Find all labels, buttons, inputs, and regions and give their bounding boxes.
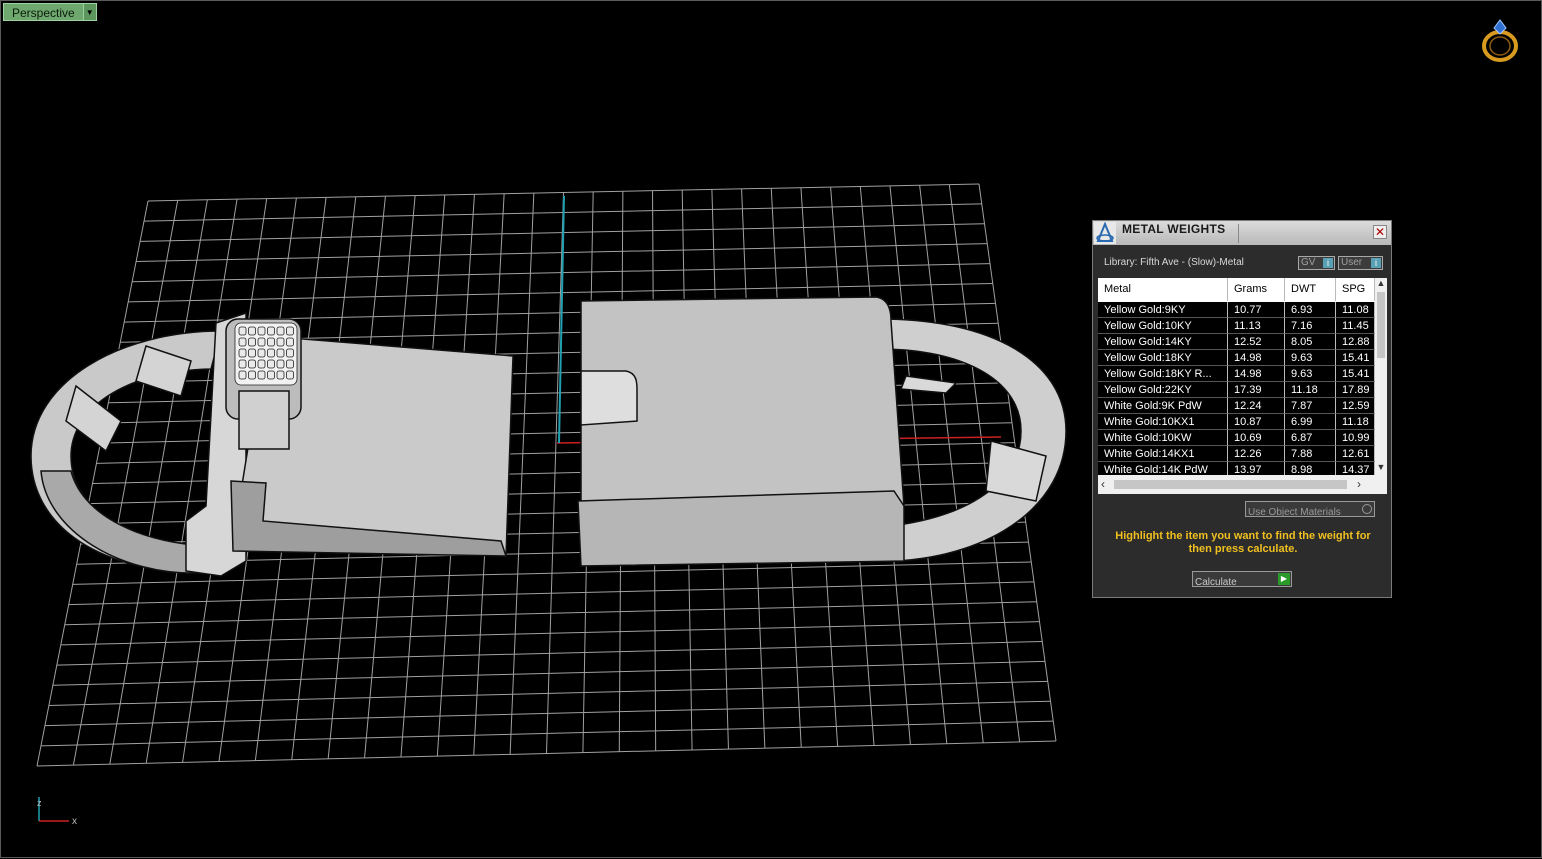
ring-icon[interactable] [1478, 16, 1522, 64]
vertical-scrollbar[interactable]: ▲ ▼ [1375, 278, 1387, 475]
close-icon[interactable]: ✕ [1373, 225, 1387, 239]
scroll-left-icon[interactable]: ‹ [1101, 477, 1105, 491]
column-header-spg[interactable]: SPG [1336, 278, 1375, 301]
cell-spg: 11.18 [1336, 414, 1375, 430]
table-row[interactable]: Yellow Gold:18KY R... 14.98 9.63 15.41 [1098, 366, 1375, 382]
info-icon: i [1371, 258, 1381, 268]
perspective-viewport[interactable]: Perspective ▼ z x METAL WEIGHTS ✕ Librar… [0, 0, 1542, 858]
metal-weights-table[interactable]: Metal Grams DWT SPG Yellow Gold:9KY 10.77… [1098, 278, 1387, 494]
cell-grams: 14.98 [1228, 366, 1285, 382]
cell-dwt: 9.63 [1285, 366, 1336, 382]
column-header-grams[interactable]: Grams [1228, 278, 1285, 301]
panel-header[interactable]: METAL WEIGHTS ✕ [1093, 221, 1391, 245]
cell-dwt: 7.16 [1285, 318, 1336, 334]
cell-metal: White Gold:14KX1 [1098, 446, 1228, 462]
axis-indicator-icon: z x [37, 797, 77, 827]
table-header: Metal Grams DWT SPG [1098, 278, 1375, 301]
cell-grams: 12.24 [1228, 398, 1285, 414]
cell-grams: 12.52 [1228, 334, 1285, 350]
cell-spg: 10.99 [1336, 430, 1375, 446]
cell-metal: White Gold:10KW [1098, 430, 1228, 446]
cell-dwt: 6.93 [1285, 302, 1336, 318]
cell-dwt: 6.87 [1285, 430, 1336, 446]
user-toggle[interactable]: User i [1338, 256, 1383, 270]
cell-grams: 17.39 [1228, 382, 1285, 398]
cell-spg: 15.41 [1336, 350, 1375, 366]
cell-metal: Yellow Gold:18KY [1098, 350, 1228, 366]
library-label: Library: Fifth Ave - (Slow)-Metal [1104, 257, 1244, 268]
construction-grid [36, 183, 1057, 767]
cell-spg: 15.41 [1336, 366, 1375, 382]
cell-spg: 11.08 [1336, 302, 1375, 318]
use-object-materials-label: Use Object Materials [1248, 507, 1341, 518]
calculate-button[interactable]: Calculate ▶ [1192, 571, 1292, 588]
table-row[interactable]: Yellow Gold:9KY 10.77 6.93 11.08 [1098, 302, 1375, 318]
cell-metal: Yellow Gold:18KY R... [1098, 366, 1228, 382]
calculate-label: Calculate [1195, 577, 1237, 588]
cell-spg: 12.61 [1336, 446, 1375, 462]
cell-metal: Yellow Gold:22KY [1098, 382, 1228, 398]
knurled-button [234, 322, 298, 386]
radio-icon[interactable] [1362, 504, 1372, 514]
cell-metal: Yellow Gold:9KY [1098, 302, 1228, 318]
cell-spg: 12.88 [1336, 334, 1375, 350]
table-row[interactable]: Yellow Gold:22KY 17.39 11.18 17.89 [1098, 382, 1375, 398]
viewport-title-tab[interactable]: Perspective ▼ [3, 3, 97, 21]
table-row[interactable]: Yellow Gold:14KY 12.52 8.05 12.88 [1098, 334, 1375, 350]
cell-spg: 17.89 [1336, 382, 1375, 398]
cell-metal: White Gold:9K PdW [1098, 398, 1228, 414]
cell-dwt: 7.88 [1285, 446, 1336, 462]
table-row[interactable]: White Gold:10KX1 10.87 6.99 11.18 [1098, 414, 1375, 430]
table-row[interactable]: Yellow Gold:10KY 11.13 7.16 11.45 [1098, 318, 1375, 334]
cell-grams: 12.26 [1228, 446, 1285, 462]
clasp-left-part [30, 311, 514, 577]
axis-x-label: x [72, 816, 77, 827]
scroll-right-icon[interactable]: › [1357, 477, 1361, 491]
cell-dwt: 9.63 [1285, 350, 1336, 366]
header-divider [1238, 224, 1239, 243]
cell-dwt: 6.99 [1285, 414, 1336, 430]
viewport-title[interactable]: Perspective [3, 3, 84, 21]
play-icon[interactable]: ▶ [1278, 573, 1290, 585]
instruction-text: Highlight the item you want to find the … [1115, 530, 1371, 555]
column-header-metal[interactable]: Metal [1098, 278, 1228, 301]
scrollbar-thumb[interactable] [1114, 480, 1347, 489]
metal-weights-panel: METAL WEIGHTS ✕ Library: Fifth Ave - (Sl… [1092, 220, 1392, 598]
user-toggle-label: User [1341, 257, 1363, 268]
cell-metal: Yellow Gold:10KY [1098, 318, 1228, 334]
clasp-right-part [577, 296, 1067, 567]
cell-grams: 10.77 [1228, 302, 1285, 318]
horizontal-scrollbar[interactable]: ‹ › [1098, 475, 1387, 494]
cell-metal: White Gold:10KX1 [1098, 414, 1228, 430]
gv-toggle-label: GV [1301, 257, 1316, 268]
scroll-up-icon[interactable]: ▲ [1375, 278, 1387, 288]
cell-dwt: 11.18 [1285, 382, 1336, 398]
use-object-materials-toggle[interactable]: Use Object Materials [1245, 501, 1375, 518]
scrollbar-thumb[interactable] [1377, 292, 1385, 358]
info-icon: i [1323, 258, 1333, 268]
panel-title: METAL WEIGHTS [1122, 222, 1226, 236]
gv-toggle[interactable]: GV i [1298, 256, 1335, 270]
cell-metal: Yellow Gold:14KY [1098, 334, 1228, 350]
axis-z-label: z [37, 798, 42, 808]
cell-grams: 14.98 [1228, 350, 1285, 366]
column-header-dwt[interactable]: DWT [1285, 278, 1336, 301]
table-row[interactable]: White Gold:9K PdW 12.24 7.87 12.59 [1098, 398, 1375, 414]
cell-dwt: 7.87 [1285, 398, 1336, 414]
cell-grams: 11.13 [1228, 318, 1285, 334]
cell-spg: 11.45 [1336, 318, 1375, 334]
cell-dwt: 8.05 [1285, 334, 1336, 350]
table-row[interactable]: Yellow Gold:18KY 14.98 9.63 15.41 [1098, 350, 1375, 366]
chevron-down-icon[interactable]: ▼ [83, 3, 97, 21]
metal-weights-icon [1094, 222, 1116, 244]
table-row[interactable]: White Gold:10KW 10.69 6.87 10.99 [1098, 430, 1375, 446]
cell-grams: 10.87 [1228, 414, 1285, 430]
table-row[interactable]: White Gold:14KX1 12.26 7.88 12.61 [1098, 446, 1375, 462]
cell-spg: 12.59 [1336, 398, 1375, 414]
scroll-down-icon[interactable]: ▼ [1375, 462, 1387, 472]
cell-grams: 10.69 [1228, 430, 1285, 446]
